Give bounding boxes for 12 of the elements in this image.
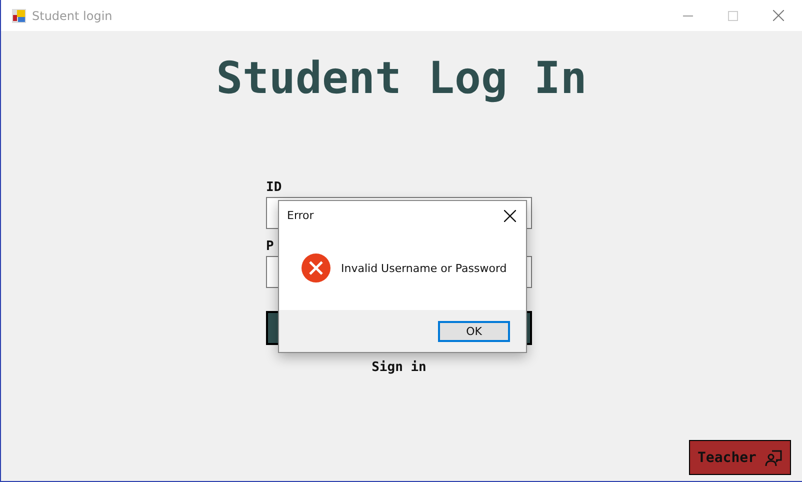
close-icon[interactable] [504,210,516,222]
field-label: P [266,240,275,254]
sign-in-caption: Sign in [372,360,426,375]
ok-button[interactable]: OK [438,320,510,342]
error-icon [301,253,331,283]
presenter-icon [764,448,782,466]
window-title: Student login [32,8,112,22]
page-heading: Student Log In [215,52,588,105]
field-label: ID [266,181,283,195]
error-message: Invalid Username or Password [341,262,507,274]
app-icon [12,8,26,22]
dialog-title: Error [287,209,314,222]
